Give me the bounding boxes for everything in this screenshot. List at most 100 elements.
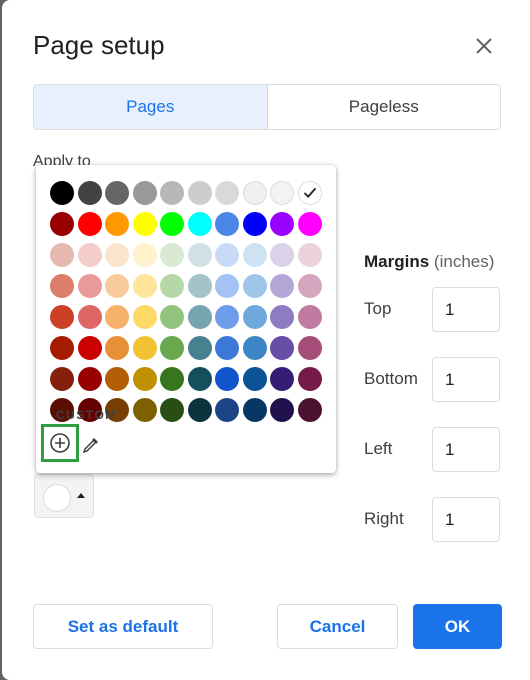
- color-swatch[interactable]: [187, 181, 212, 205]
- color-swatch[interactable]: [132, 181, 157, 205]
- color-swatch[interactable]: [187, 243, 212, 267]
- dialog-title: Page setup: [33, 30, 165, 60]
- color-swatch[interactable]: [242, 336, 267, 360]
- margin-top-label: Top: [364, 299, 392, 318]
- color-swatch[interactable]: [160, 181, 184, 205]
- color-swatch[interactable]: [132, 305, 157, 329]
- color-swatch[interactable]: [297, 212, 322, 236]
- color-swatch[interactable]: [297, 243, 322, 267]
- custom-colors-label: CUSTOM: [56, 408, 117, 422]
- margins-heading: Margins (inches): [364, 252, 494, 272]
- color-swatch[interactable]: [50, 336, 74, 360]
- color-swatch[interactable]: [132, 243, 157, 267]
- color-swatch[interactable]: [187, 212, 212, 236]
- color-swatch[interactable]: [160, 243, 184, 267]
- color-swatch[interactable]: [187, 367, 212, 391]
- color-swatch[interactable]: [270, 336, 294, 360]
- color-swatch[interactable]: [160, 367, 184, 391]
- color-swatch[interactable]: [77, 212, 102, 236]
- color-swatch[interactable]: [270, 212, 294, 236]
- color-swatch[interactable]: [132, 274, 157, 298]
- color-swatch[interactable]: [77, 336, 102, 360]
- margin-right-label: Right: [364, 509, 404, 528]
- color-swatch[interactable]: [242, 212, 267, 236]
- color-swatch[interactable]: [187, 274, 212, 298]
- color-swatch[interactable]: [297, 274, 322, 298]
- margin-left-label: Left: [364, 439, 393, 458]
- color-swatch[interactable]: [242, 305, 267, 329]
- color-swatch[interactable]: [270, 305, 294, 329]
- color-swatch[interactable]: [105, 181, 129, 205]
- color-swatch[interactable]: [297, 336, 322, 360]
- color-swatch[interactable]: [160, 336, 184, 360]
- close-icon[interactable]: [472, 34, 496, 58]
- page-color-button[interactable]: [34, 474, 94, 518]
- color-swatch[interactable]: [50, 274, 74, 298]
- color-swatch[interactable]: [187, 305, 212, 329]
- eyedropper-icon[interactable]: [81, 435, 101, 455]
- color-swatch[interactable]: [50, 243, 74, 267]
- add-custom-color-button[interactable]: [41, 424, 79, 462]
- color-swatch[interactable]: [160, 398, 184, 422]
- color-swatch[interactable]: [242, 274, 267, 298]
- margin-left-input[interactable]: 1: [432, 427, 500, 472]
- color-swatch[interactable]: [187, 398, 212, 422]
- color-swatch[interactable]: [215, 243, 239, 267]
- ok-button[interactable]: OK: [413, 604, 502, 649]
- color-swatch[interactable]: [105, 367, 129, 391]
- color-swatch[interactable]: [270, 367, 294, 391]
- margin-top-input[interactable]: 1: [432, 287, 500, 332]
- color-swatch[interactable]: [132, 336, 157, 360]
- color-swatch[interactable]: [297, 367, 322, 391]
- color-swatch[interactable]: [242, 243, 267, 267]
- margin-right-input[interactable]: 1: [432, 497, 500, 542]
- color-swatch[interactable]: [77, 274, 102, 298]
- color-swatch[interactable]: [297, 398, 322, 422]
- color-swatch[interactable]: [270, 181, 294, 205]
- color-swatch[interactable]: [105, 336, 129, 360]
- color-swatch[interactable]: [105, 243, 129, 267]
- color-swatch[interactable]: [132, 367, 157, 391]
- color-swatch[interactable]: [297, 181, 322, 205]
- color-swatch[interactable]: [215, 336, 239, 360]
- color-swatch[interactable]: [215, 305, 239, 329]
- color-swatch[interactable]: [132, 212, 157, 236]
- tab-pages[interactable]: Pages: [34, 85, 268, 129]
- color-swatch[interactable]: [160, 274, 184, 298]
- color-swatch[interactable]: [215, 181, 239, 205]
- color-swatch[interactable]: [50, 181, 74, 205]
- page-mode-toggle: Pages Pageless: [33, 84, 501, 130]
- color-swatch[interactable]: [77, 305, 102, 329]
- color-swatch[interactable]: [297, 305, 322, 329]
- color-swatch[interactable]: [187, 336, 212, 360]
- color-swatch[interactable]: [160, 305, 184, 329]
- check-icon: [303, 187, 316, 199]
- color-swatch[interactable]: [270, 398, 294, 422]
- color-swatch[interactable]: [50, 212, 74, 236]
- color-swatch[interactable]: [270, 274, 294, 298]
- color-swatch[interactable]: [50, 305, 74, 329]
- color-swatch[interactable]: [242, 367, 267, 391]
- color-swatch[interactable]: [77, 243, 102, 267]
- add-circle-icon: [50, 433, 70, 453]
- cancel-button[interactable]: Cancel: [277, 604, 398, 649]
- color-swatch[interactable]: [77, 367, 102, 391]
- color-swatch[interactable]: [77, 181, 102, 205]
- color-swatch[interactable]: [215, 274, 239, 298]
- tab-pageless[interactable]: Pageless: [268, 85, 501, 129]
- color-swatch[interactable]: [215, 367, 239, 391]
- color-swatch[interactable]: [105, 212, 129, 236]
- color-swatch[interactable]: [242, 181, 267, 205]
- color-swatch[interactable]: [242, 398, 267, 422]
- caret-up-icon: [77, 493, 85, 498]
- margin-bottom-input[interactable]: 1: [432, 357, 500, 402]
- color-swatch[interactable]: [105, 274, 129, 298]
- color-swatch[interactable]: [160, 212, 184, 236]
- color-swatch[interactable]: [132, 398, 157, 422]
- color-swatch[interactable]: [105, 305, 129, 329]
- color-swatch[interactable]: [215, 212, 239, 236]
- color-swatch[interactable]: [50, 367, 74, 391]
- color-swatch[interactable]: [215, 398, 239, 422]
- color-swatch[interactable]: [270, 243, 294, 267]
- set-as-default-button[interactable]: Set as default: [33, 604, 213, 649]
